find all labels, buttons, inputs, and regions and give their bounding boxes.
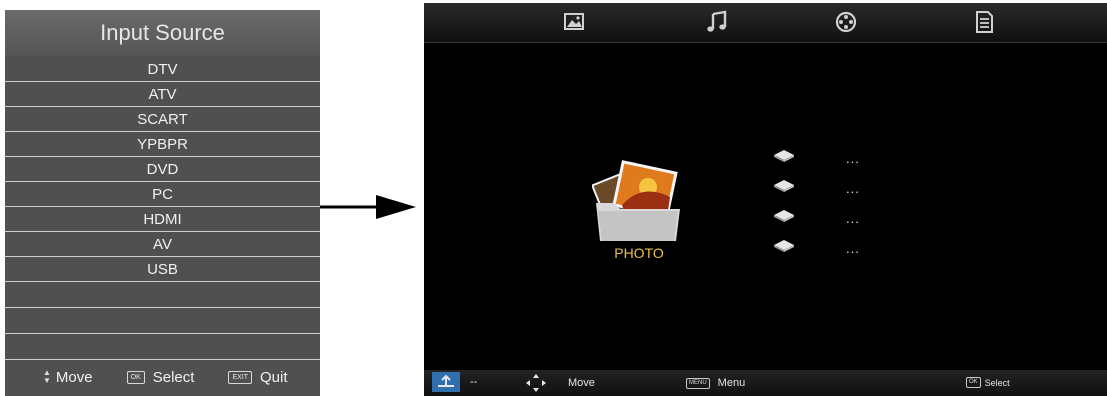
input-option-atv[interactable]: ATV [5, 82, 320, 107]
usb-drive-icon[interactable] [772, 149, 796, 163]
input-source-list: DTV ATV SCART YPBPR DVD PC HDMI AV USB [5, 57, 320, 360]
input-source-title: Input Source [5, 10, 320, 56]
input-option-hdmi[interactable]: HDMI [5, 207, 320, 232]
move-hint-label: Move [55, 368, 93, 386]
select-hint-label: Select [984, 377, 1010, 388]
input-source-menu: Input Source DTV ATV SCART YPBPR DVD PC … [5, 10, 320, 396]
music-tab-icon[interactable] [704, 9, 730, 35]
photo-folder-icon[interactable] [592, 153, 684, 243]
drive-name: ... [846, 211, 860, 226]
select-hint: OK Select [126, 368, 195, 386]
input-option-pc[interactable]: PC [5, 182, 320, 207]
ok-key-icon: OK [126, 370, 145, 384]
photo-tab-icon[interactable] [561, 9, 587, 35]
direction-pad-icon [526, 374, 546, 392]
usb-drive-icon[interactable] [772, 179, 796, 193]
input-option-dtv[interactable]: DTV [5, 57, 320, 82]
exit-key-icon: EXIT [228, 370, 252, 384]
photo-label: PHOTO [614, 245, 664, 261]
drive-name: ... [846, 151, 860, 166]
menu-hint: MENU Menu [686, 377, 745, 389]
select-hint-label: Select [152, 368, 195, 386]
move-hint: Move [524, 373, 595, 393]
menu-key-icon: MENU [686, 377, 710, 389]
empty-row [5, 282, 320, 308]
text-tab-icon[interactable] [971, 9, 997, 35]
usb-drive-icon[interactable] [772, 209, 796, 223]
right-arrow-icon [320, 195, 416, 219]
media-player-screen: PHOTO ... ... ... ... -- Move MENU Menu … [424, 3, 1107, 396]
ok-key-icon: OK [966, 377, 981, 388]
empty-row [5, 334, 320, 360]
up-down-arrows-icon: ▲ ▼ [43, 368, 51, 385]
usb-device-icon [432, 372, 460, 392]
input-option-ypbpr[interactable]: YPBPR [5, 132, 320, 157]
input-option-dvd[interactable]: DVD [5, 157, 320, 182]
media-type-tabs [424, 3, 1107, 43]
device-indicator: -- [432, 372, 477, 392]
move-hint: ▲ ▼ Move [43, 369, 93, 386]
usb-drive-icon[interactable] [772, 239, 796, 253]
input-option-scart[interactable]: SCART [5, 107, 320, 132]
device-label: -- [470, 376, 478, 388]
move-hint-label: Move [568, 377, 595, 389]
movie-tab-icon[interactable] [833, 9, 859, 35]
input-option-usb[interactable]: USB [5, 257, 320, 282]
empty-row [5, 308, 320, 334]
menu-footer: ▲ ▼ Move OK Select EXIT Quit [5, 358, 320, 396]
media-bottom-bar: -- Move MENU Menu OK Select [424, 370, 1107, 396]
quit-hint: EXIT Quit [228, 368, 288, 386]
menu-hint-label: Menu [717, 377, 746, 389]
drive-name: ... [846, 241, 860, 256]
select-hint: OK Select [966, 377, 1010, 388]
quit-hint-label: Quit [260, 368, 288, 386]
drive-name: ... [846, 181, 860, 196]
input-option-av[interactable]: AV [5, 232, 320, 257]
